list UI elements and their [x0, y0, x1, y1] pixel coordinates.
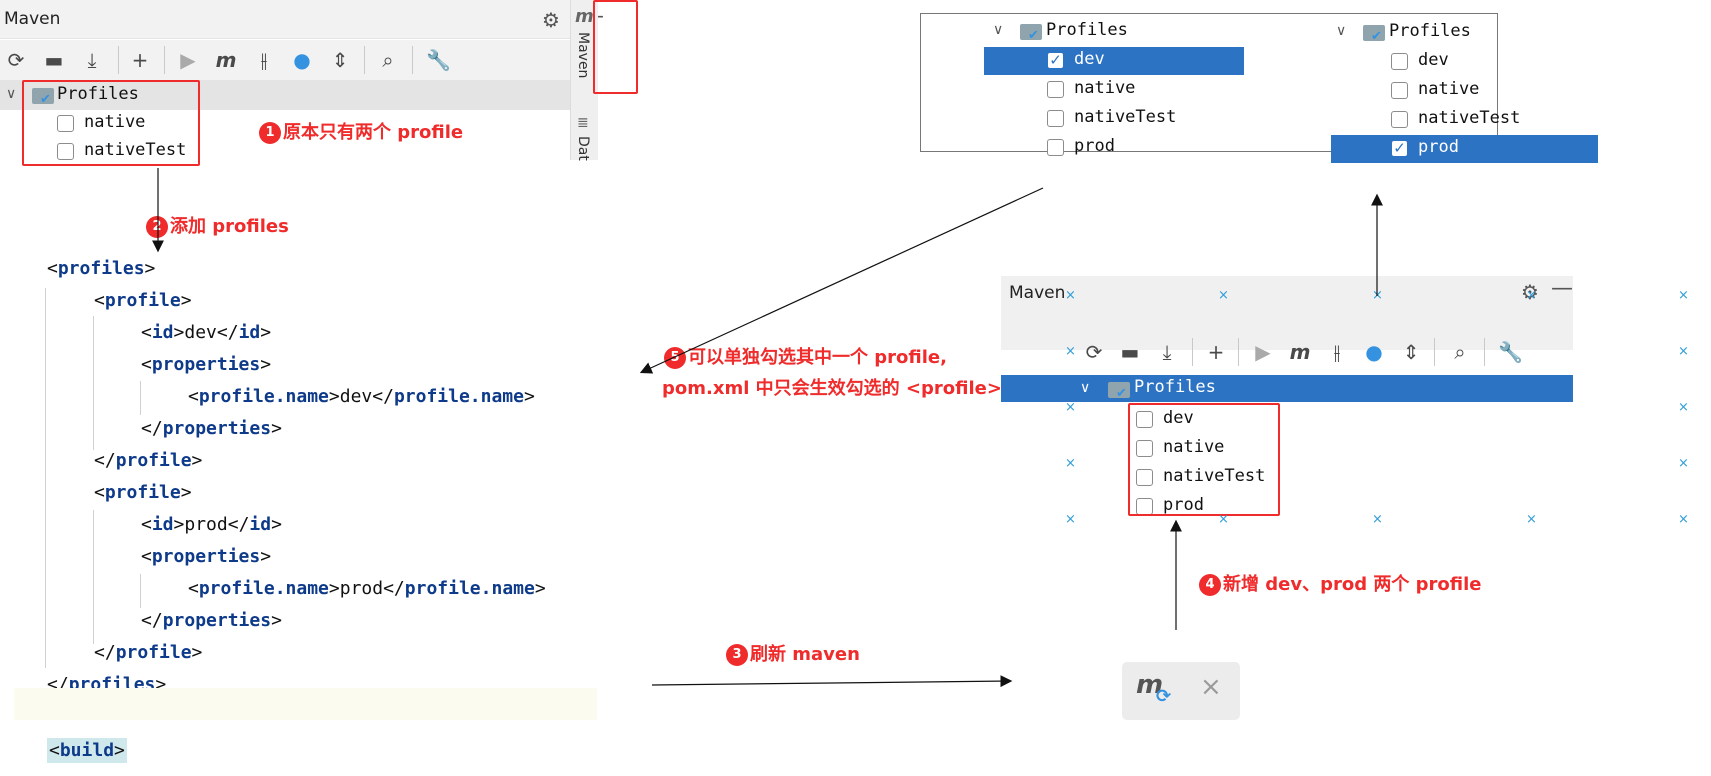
arrow-to-annotation-5	[639, 187, 1044, 374]
connector-arrows	[152, 168, 1383, 688]
arrow-to-refresh	[651, 675, 1013, 688]
